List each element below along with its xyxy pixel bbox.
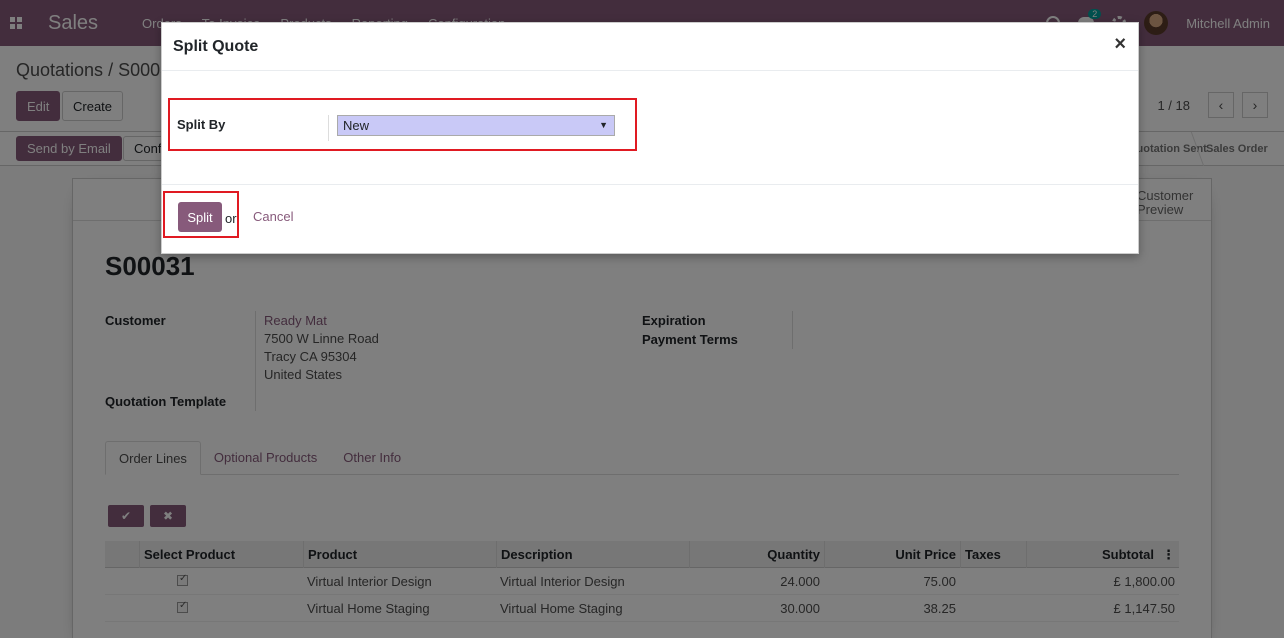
dialog-footer: Split or Cancel <box>162 185 1138 253</box>
field-divider <box>328 115 329 141</box>
or-text: or <box>225 211 237 226</box>
cancel-button[interactable]: Cancel <box>253 209 293 224</box>
close-icon[interactable]: × <box>1114 33 1126 56</box>
dialog-title: Split Quote <box>173 38 259 55</box>
dialog-header: Split Quote × <box>162 23 1138 71</box>
dropdown-caret-icon: ▼ <box>599 120 608 130</box>
split-quote-dialog: Split Quote × Split By New ▼ Split or Ca… <box>161 22 1139 254</box>
split-by-selected-value: New <box>343 118 370 133</box>
split-by-select[interactable]: New ▼ <box>337 115 615 136</box>
split-button[interactable]: Split <box>178 202 222 232</box>
split-by-label: Split By <box>177 117 226 132</box>
dialog-body: Split By New ▼ <box>162 71 1138 185</box>
